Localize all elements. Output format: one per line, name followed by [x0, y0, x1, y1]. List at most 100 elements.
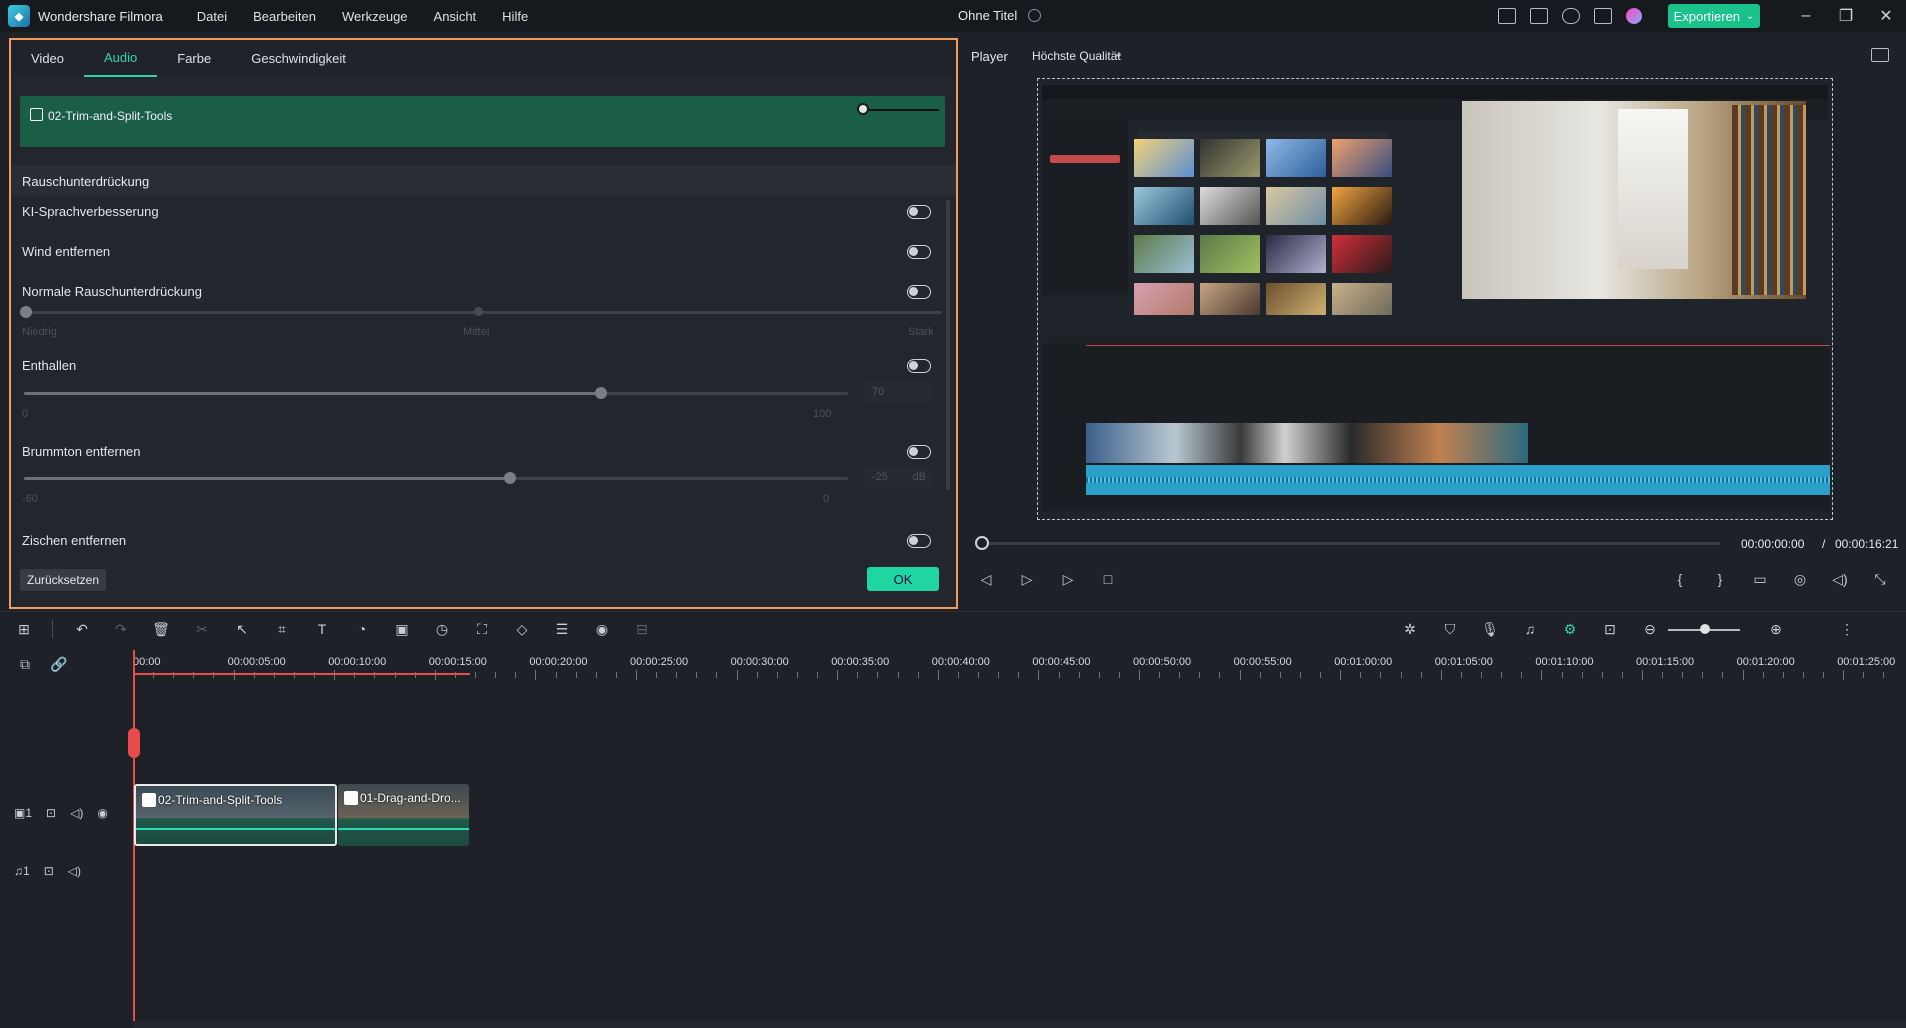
dereverb-toggle[interactable]	[907, 359, 931, 373]
menu-view[interactable]: Ansicht	[434, 9, 477, 24]
audio-mix-icon[interactable]: ♫	[1521, 621, 1539, 637]
add-track-icon[interactable]: ⧉	[20, 656, 30, 673]
timeline-scrollbar[interactable]	[133, 1021, 1906, 1028]
clip-volume-track[interactable]	[862, 109, 939, 111]
snap-icon[interactable]: ⚙	[1561, 621, 1579, 637]
timer-icon[interactable]: ◷	[433, 621, 451, 637]
fullscreen-icon[interactable]: ⤡	[1872, 571, 1888, 587]
more-options-icon[interactable]: ⋮	[1838, 621, 1856, 637]
keyframe-icon[interactable]: ◇	[513, 621, 531, 637]
ruler-label: 00:00:55:00	[1233, 656, 1292, 668]
menu-edit[interactable]: Bearbeiten	[253, 9, 316, 24]
link-icon[interactable]: 🔗	[50, 656, 67, 673]
color-icon[interactable]: ◉	[593, 621, 611, 637]
apps-grid-icon[interactable]	[1594, 8, 1612, 24]
stop-icon[interactable]: □	[1100, 571, 1116, 587]
play-icon[interactable]: ▷	[1060, 571, 1076, 587]
zoom-in-icon[interactable]: ⊕	[1767, 621, 1785, 637]
timeline-clip[interactable]: 01-Drag-and-Dro...	[338, 784, 469, 846]
layout-icon[interactable]	[1498, 8, 1516, 24]
hum-toggle[interactable]	[907, 445, 931, 459]
mute-icon[interactable]: ◁)	[70, 806, 83, 820]
ruler-tick	[1702, 672, 1704, 678]
delete-icon[interactable]: 🗑	[152, 621, 170, 637]
playback-progress-track[interactable]	[982, 542, 1720, 545]
mark-in-icon[interactable]: {	[1672, 571, 1688, 587]
zoom-out-icon[interactable]: ⊖	[1641, 621, 1659, 637]
mute-icon[interactable]: ◁)	[68, 864, 81, 878]
ok-button[interactable]: OK	[867, 567, 939, 591]
avatar[interactable]	[1626, 8, 1642, 24]
playhead-handle[interactable]	[128, 728, 140, 758]
noise-level-handle[interactable]	[20, 306, 32, 318]
reset-button[interactable]: Zurücksetzen	[20, 569, 106, 591]
ruler-tick	[1380, 672, 1382, 678]
adjust-icon[interactable]: ☰	[553, 621, 571, 637]
noise-level-slider[interactable]	[24, 311, 942, 314]
ruler-tick	[1682, 672, 1684, 678]
normal-noise-toggle[interactable]	[907, 285, 931, 299]
export-button[interactable]: Exportieren ⌄	[1668, 4, 1760, 28]
timeline-clip[interactable]: 02-Trim-and-Split-Tools	[134, 784, 337, 846]
playback-progress-handle[interactable]	[975, 536, 989, 550]
play-frame-icon[interactable]: ▷	[1019, 571, 1035, 587]
marker-icon[interactable]: ⛉	[1441, 621, 1459, 637]
waveform-view-icon[interactable]	[1871, 48, 1889, 62]
tab-audio[interactable]: Audio	[84, 40, 158, 77]
hum-handle[interactable]	[504, 472, 516, 484]
close-icon[interactable]: ✕	[1866, 6, 1906, 26]
text-icon[interactable]: T	[313, 621, 331, 637]
fit-icon[interactable]: ⛶	[473, 621, 491, 637]
volume-icon[interactable]: ◁)	[1832, 571, 1848, 587]
mark-out-icon[interactable]: }	[1712, 571, 1728, 587]
menu-help[interactable]: Hilfe	[502, 9, 528, 24]
zoom-handle[interactable]	[1700, 624, 1710, 634]
hiss-toggle[interactable]	[907, 534, 931, 548]
lock-icon[interactable]: ⊡	[46, 806, 56, 820]
tab-speed[interactable]: Geschwindigkeit	[231, 40, 366, 77]
redo-icon[interactable]: ↷	[112, 621, 130, 637]
timeline-ruler[interactable]: 00:00 00:00:05:00 00:00:10:00 00:00:15:00 00…	[133, 648, 1906, 684]
minimize-icon[interactable]: –	[1786, 7, 1826, 25]
panel-scrollbar[interactable]	[946, 200, 950, 490]
menu-tools[interactable]: Werkzeuge	[342, 9, 408, 24]
lock-icon[interactable]: ⊡	[44, 864, 54, 878]
ruler-tick	[233, 670, 235, 680]
clip-volume-handle[interactable]	[857, 103, 869, 115]
video-preview[interactable]	[1037, 78, 1833, 520]
dereverb-handle[interactable]	[595, 387, 607, 399]
cut-icon[interactable]: ✂	[193, 621, 211, 637]
display-icon[interactable]: ▭	[1752, 571, 1768, 587]
select-icon[interactable]: ↖	[233, 621, 251, 637]
ruler-tick	[1521, 672, 1523, 678]
crop-icon[interactable]: ⌗	[273, 621, 291, 637]
tab-color[interactable]: Farbe	[157, 40, 231, 77]
snapshot-icon[interactable]: ◎	[1792, 571, 1808, 587]
ai-speech-toggle[interactable]	[907, 205, 931, 219]
cloud-icon[interactable]	[1562, 8, 1580, 24]
hum-value-input[interactable]: -25 dB	[864, 466, 934, 488]
save-icon[interactable]	[1530, 8, 1548, 24]
mic-icon[interactable]: 🎙	[1481, 621, 1499, 637]
render-icon[interactable]: ✲	[1401, 621, 1419, 637]
tab-video[interactable]: Video	[11, 40, 84, 77]
previous-frame-icon[interactable]: ◁	[978, 571, 994, 587]
ruler-tick	[1400, 672, 1402, 678]
ai-icon[interactable]: ▣	[393, 621, 411, 637]
media-thumb	[1200, 283, 1260, 315]
layout-icon[interactable]: ⊞	[15, 621, 33, 637]
menu-file[interactable]: Datei	[197, 9, 227, 24]
dereverb-value-input[interactable]: 70	[864, 381, 934, 403]
maximize-icon[interactable]: ❐	[1826, 6, 1866, 26]
freeze-icon[interactable]: ⊟	[633, 621, 651, 637]
speed-icon[interactable]: ◔	[353, 621, 371, 637]
quality-select[interactable]: Höchste Qualität	[1032, 49, 1121, 63]
media-thumb	[1332, 235, 1392, 273]
ruler-tick	[1802, 672, 1804, 678]
wind-toggle[interactable]	[907, 245, 931, 259]
pip-icon[interactable]: ⊡	[1601, 621, 1619, 637]
visibility-icon[interactable]: ◉	[97, 806, 107, 820]
ruler-tick	[1320, 672, 1322, 678]
undo-icon[interactable]: ↶	[73, 621, 91, 637]
render-range	[133, 673, 470, 675]
